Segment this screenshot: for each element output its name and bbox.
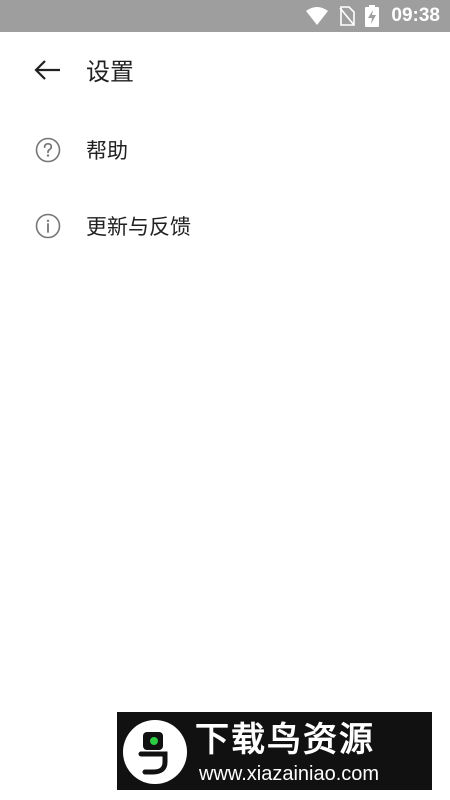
page-title: 设置 bbox=[86, 58, 134, 86]
help-circle-icon bbox=[34, 136, 62, 164]
back-button[interactable] bbox=[30, 56, 64, 88]
settings-list: 帮助 更新与反馈 bbox=[0, 112, 450, 264]
settings-item-help[interactable]: 帮助 bbox=[0, 112, 450, 188]
no-sim-icon bbox=[339, 6, 356, 26]
settings-item-label: 帮助 bbox=[86, 139, 128, 163]
arrow-left-icon bbox=[33, 59, 61, 85]
bird-logo-icon bbox=[123, 720, 187, 784]
settings-item-update-feedback[interactable]: 更新与反馈 bbox=[0, 188, 450, 264]
toolbar: 设置 bbox=[0, 32, 450, 112]
battery-charging-icon bbox=[365, 5, 380, 27]
watermark-banner: 下载鸟资源 www.xiazainiao.com bbox=[117, 712, 432, 790]
watermark-title: 下载鸟资源 bbox=[195, 720, 375, 760]
info-circle-icon bbox=[34, 212, 62, 240]
watermark-url: www.xiazainiao.com bbox=[199, 763, 380, 785]
settings-item-label: 更新与反馈 bbox=[86, 215, 191, 239]
wifi-icon bbox=[305, 6, 329, 26]
settings-screen: 09:38 设置 帮助 更新与反馈 下载鸟资源 www.xiazainiao.c… bbox=[0, 0, 450, 800]
status-bar: 09:38 bbox=[0, 0, 450, 32]
status-time: 09:38 bbox=[391, 5, 440, 26]
